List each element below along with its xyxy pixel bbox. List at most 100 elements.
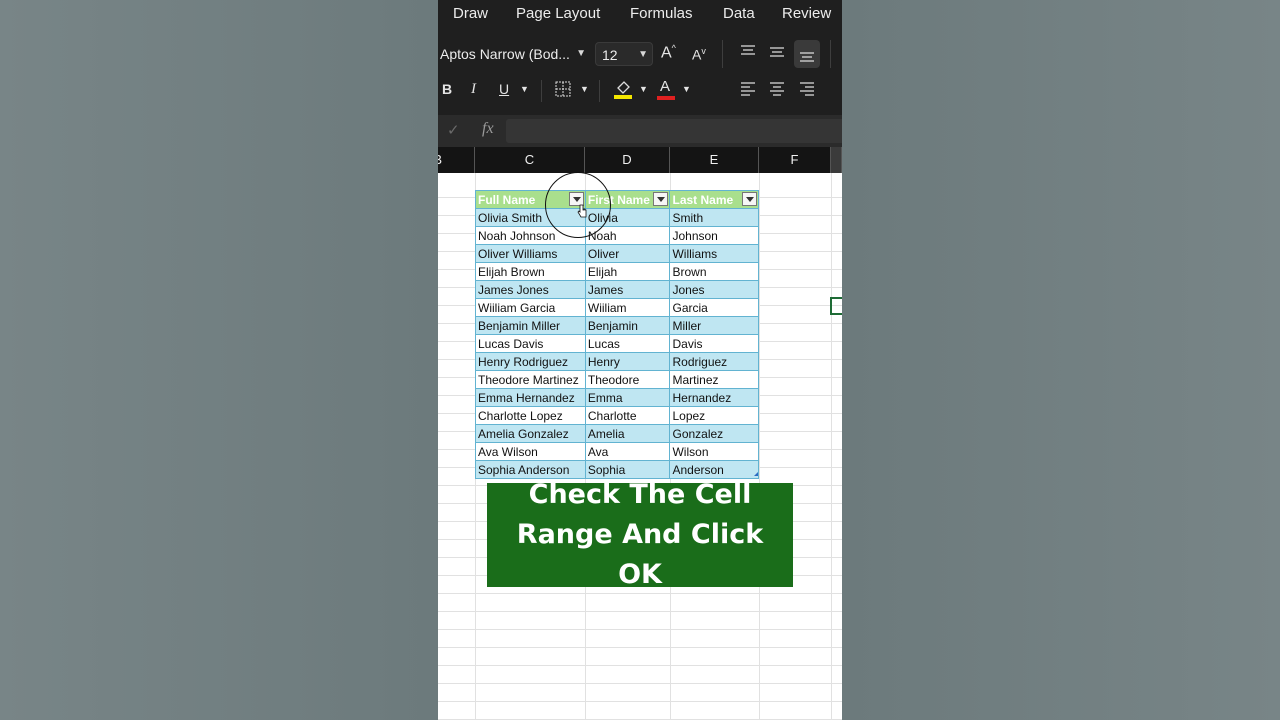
font-size-dropdown[interactable]: 12 ▼ bbox=[595, 42, 653, 66]
column-header-e[interactable]: E bbox=[670, 147, 759, 173]
column-header-d[interactable]: D bbox=[585, 147, 670, 173]
borders-icon[interactable] bbox=[555, 81, 571, 97]
table-cell[interactable]: Emma bbox=[584, 388, 671, 407]
tab-review[interactable]: Review bbox=[782, 5, 831, 22]
table-row: Elijah Brown Elijah Brown bbox=[475, 262, 759, 281]
tab-data[interactable]: Data bbox=[723, 5, 755, 22]
column-header-b[interactable]: B bbox=[438, 147, 475, 173]
ribbon-divider bbox=[722, 40, 723, 68]
tab-page-layout[interactable]: Page Layout bbox=[516, 5, 600, 22]
table-cell[interactable]: Wiiliam bbox=[584, 298, 671, 317]
table-cell[interactable]: Charlotte bbox=[584, 406, 671, 425]
table-cell[interactable]: Wilson bbox=[669, 442, 759, 461]
table-row: James Jones James Jones bbox=[475, 280, 759, 299]
function-icon[interactable]: fx bbox=[482, 120, 494, 138]
table-cell[interactable]: Smith bbox=[669, 208, 759, 227]
table-cell[interactable]: Amelia bbox=[584, 424, 671, 443]
formula-input[interactable] bbox=[506, 119, 842, 143]
table-row: Oliver Williams Oliver Williams bbox=[475, 244, 759, 263]
excel-window: Draw Page Layout Formulas Data Review Ap… bbox=[438, 0, 842, 720]
table-cell[interactable]: Benjamin bbox=[584, 316, 671, 335]
table-row: Theodore Martinez Theodore Martinez bbox=[475, 370, 759, 389]
font-color-swatch bbox=[657, 96, 675, 100]
column-header-g[interactable] bbox=[831, 147, 842, 173]
table-cell[interactable]: Elijah Brown bbox=[475, 262, 586, 281]
table-cell[interactable]: Henry Rodriguez bbox=[475, 352, 586, 371]
table-row: Ava Wilson Ava Wilson bbox=[475, 442, 759, 461]
table-cell[interactable]: Oliver Williams bbox=[475, 244, 586, 263]
table-row: Emma Hernandez Emma Hernandez bbox=[475, 388, 759, 407]
table-cell[interactable]: Miller bbox=[669, 316, 759, 335]
shrink-font-button[interactable]: Av bbox=[692, 46, 706, 63]
table-row: Wiiliam Garcia Wiiliam Garcia bbox=[475, 298, 759, 317]
instruction-text: Check The Cell Range And Click OK bbox=[516, 479, 764, 590]
column-header-c[interactable]: C bbox=[475, 147, 585, 173]
table-cell[interactable]: Emma Hernandez bbox=[475, 388, 586, 407]
chevron-down-icon[interactable]: ▼ bbox=[682, 84, 691, 94]
table-cell[interactable]: Henry bbox=[584, 352, 671, 371]
filter-dropdown-icon[interactable] bbox=[742, 192, 757, 206]
table-cell[interactable]: Davis bbox=[669, 334, 759, 353]
underline-button[interactable]: U bbox=[499, 81, 509, 97]
chevron-down-icon[interactable]: ▼ bbox=[520, 84, 529, 94]
chevron-down-icon: ▼ bbox=[576, 48, 586, 59]
align-bottom-icon bbox=[800, 52, 814, 62]
grow-font-button[interactable]: A^ bbox=[661, 43, 676, 62]
names-table: Full Name First Name Last Name Olivia Sm… bbox=[475, 190, 759, 479]
grid-line bbox=[759, 173, 760, 720]
align-left-icon[interactable] bbox=[740, 82, 756, 96]
table-cell[interactable]: Jones bbox=[669, 280, 759, 299]
table-row: Henry Rodriguez Henry Rodriguez bbox=[475, 352, 759, 371]
font-name-dropdown[interactable]: Aptos Narrow (Bod... ▼ bbox=[438, 42, 590, 66]
align-center-icon[interactable] bbox=[769, 82, 785, 96]
align-top-icon[interactable] bbox=[740, 44, 756, 58]
table-cell[interactable]: Ava Wilson bbox=[475, 442, 586, 461]
instruction-banner: Check The Cell Range And Click OK bbox=[487, 479, 793, 590]
table-cell[interactable]: Ava bbox=[584, 442, 671, 461]
table-cell[interactable]: Martinez bbox=[669, 370, 759, 389]
hand-cursor-icon bbox=[577, 204, 587, 218]
chevron-down-icon: ▼ bbox=[638, 49, 648, 60]
filter-dropdown-icon[interactable] bbox=[653, 192, 669, 206]
table-cell[interactable]: Lucas bbox=[584, 334, 671, 353]
background-left bbox=[0, 0, 438, 720]
table-cell[interactable]: Oliver bbox=[584, 244, 671, 263]
table-cell[interactable]: Brown bbox=[669, 262, 759, 281]
table-cell[interactable]: Williams bbox=[669, 244, 759, 263]
tab-formulas[interactable]: Formulas bbox=[630, 5, 693, 22]
table-cell[interactable]: Theodore Martinez bbox=[475, 370, 586, 389]
table-cell[interactable]: Lopez bbox=[669, 406, 759, 425]
table-cell[interactable]: Charlotte Lopez bbox=[475, 406, 586, 425]
check-icon[interactable]: ✓ bbox=[447, 121, 460, 139]
align-right-icon[interactable] bbox=[799, 82, 815, 96]
table-cell[interactable]: Hernandez bbox=[669, 388, 759, 407]
table-cell[interactable]: James Jones bbox=[475, 280, 586, 299]
table-cell[interactable]: Johnson bbox=[669, 226, 759, 245]
column-header-f[interactable]: F bbox=[759, 147, 831, 173]
table-cell[interactable]: Gonzalez bbox=[669, 424, 759, 443]
fill-color-icon[interactable] bbox=[614, 78, 632, 100]
table-cell[interactable]: Lucas Davis bbox=[475, 334, 586, 353]
tab-draw[interactable]: Draw bbox=[453, 5, 488, 22]
table-cell[interactable]: Elijah bbox=[584, 262, 671, 281]
chevron-down-icon[interactable]: ▼ bbox=[639, 84, 648, 94]
background-right bbox=[842, 0, 1280, 720]
table-cell[interactable]: Rodriguez bbox=[669, 352, 759, 371]
table-cell[interactable]: Amelia Gonzalez bbox=[475, 424, 586, 443]
font-color-button[interactable]: A bbox=[657, 78, 675, 100]
bold-button[interactable]: B bbox=[442, 81, 452, 97]
font-color-letter: A bbox=[660, 78, 671, 95]
italic-button[interactable]: I bbox=[471, 81, 476, 98]
formula-bar: ✓ fx bbox=[438, 115, 842, 147]
table-cell[interactable]: Garcia bbox=[669, 298, 759, 317]
chevron-down-icon[interactable]: ▼ bbox=[580, 84, 589, 94]
align-bottom-button[interactable] bbox=[794, 40, 820, 68]
selected-cell[interactable] bbox=[830, 297, 842, 315]
table-cell[interactable]: Wiiliam Garcia bbox=[475, 298, 586, 317]
table-cell[interactable]: James bbox=[584, 280, 671, 299]
table-row: Charlotte Lopez Charlotte Lopez bbox=[475, 406, 759, 425]
table-cell[interactable]: Benjamin Miller bbox=[475, 316, 586, 335]
table-row: Noah Johnson Noah Johnson bbox=[475, 226, 759, 245]
table-cell[interactable]: Theodore bbox=[584, 370, 671, 389]
align-middle-icon[interactable] bbox=[769, 46, 785, 60]
